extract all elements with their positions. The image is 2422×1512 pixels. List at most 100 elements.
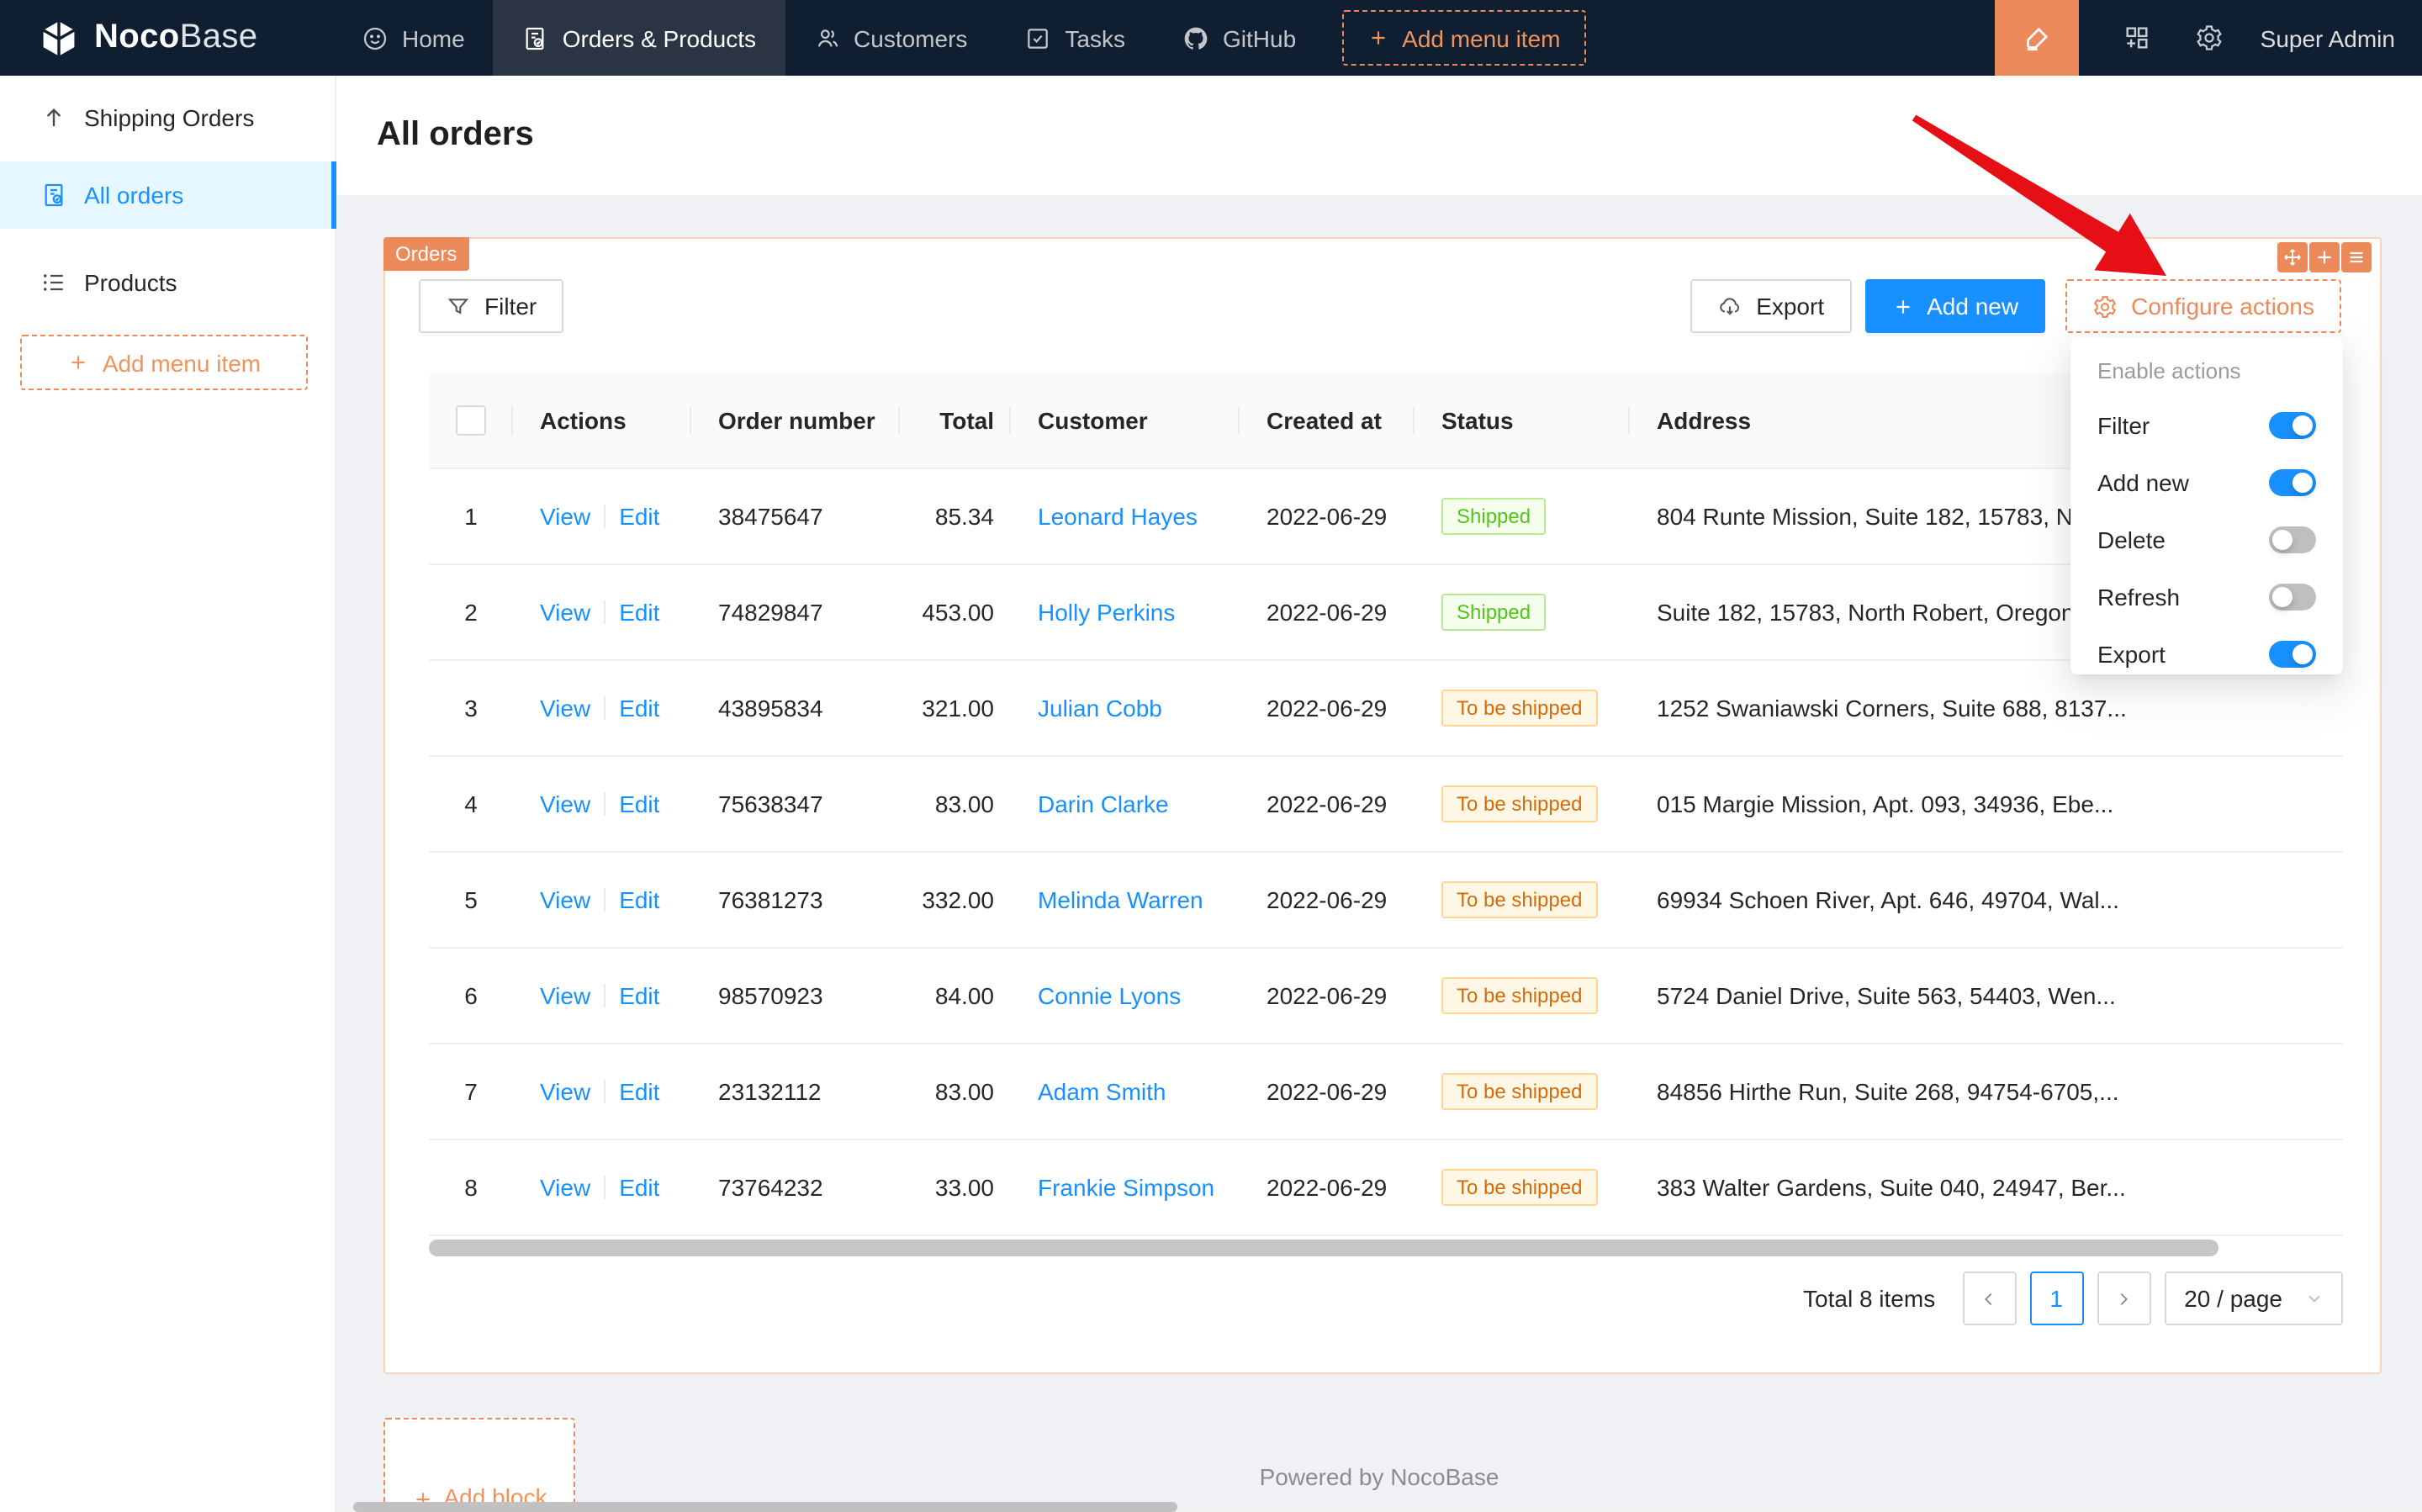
page-horizontal-scrollbar [0,1502,2422,1512]
customer-link[interactable]: Leonard Hayes [1038,503,1198,530]
status-badge: To be shipped [1441,1169,1597,1206]
customer-link[interactable]: Adam Smith [1038,1078,1166,1105]
edit-link[interactable]: Edit [619,886,659,913]
row-index: 2 [429,599,513,626]
plugin-blocks-icon[interactable] [2123,24,2151,52]
filter-funnel-icon [446,293,471,319]
row-actions: View Edit [513,1078,691,1105]
address-cell: 015 Margie Mission, Apt. 093, 34936, Ebe… [1630,790,2343,817]
status-cell: To be shipped [1415,785,1630,822]
row-index: 4 [429,790,513,817]
nav-label: Customers [854,24,967,51]
github-icon [1182,24,1209,51]
view-link[interactable]: View [540,503,590,530]
edit-link[interactable]: Edit [619,1078,659,1105]
page-number-button[interactable]: 1 [2029,1271,2083,1325]
total-cell: 84.00 [900,982,1011,1009]
page-size-select[interactable]: 20 / page [2164,1271,2343,1325]
action-divider [604,600,606,624]
customer-link[interactable]: Darin Clarke [1038,790,1169,817]
toggle-switch[interactable] [2269,412,2316,439]
select-all-checkbox[interactable] [456,405,486,436]
table-scrollbar-thumb[interactable] [429,1240,2218,1256]
highlighter-icon [2022,23,2052,53]
nav-item-github[interactable]: GitHub [1154,0,1325,76]
toggle-knob [2272,530,2292,550]
user-menu[interactable]: Super Admin [2261,24,2395,51]
add-block-icon[interactable] [2309,242,2340,272]
sidebar-item-shipping-orders[interactable]: Shipping Orders [0,84,335,151]
nav-label: Tasks [1065,24,1125,51]
status-cell: To be shipped [1415,1073,1630,1110]
customer-link[interactable]: Julian Cobb [1038,695,1162,722]
add-new-button[interactable]: Add new [1864,279,2045,333]
enable-action-item[interactable]: Delete [2070,511,2343,568]
customer-cell: Connie Lyons [1011,982,1240,1009]
page-scrollbar-thumb[interactable] [353,1502,1177,1512]
view-link[interactable]: View [540,886,590,913]
action-divider [604,696,606,720]
toggle-switch[interactable] [2269,526,2316,553]
column-header-status: Status [1415,407,1630,434]
block-designer-icons [2277,242,2372,272]
people-icon [813,24,840,51]
nav-item-home[interactable]: Home [333,0,494,76]
column-header-actions: Actions [513,407,691,434]
action-divider [604,984,606,1007]
sidebar-item-products[interactable]: Products [0,249,335,316]
drag-move-icon[interactable] [2277,242,2308,272]
chevron-down-icon [2306,1290,2323,1307]
header-add-menu-item-button[interactable]: Add menu item [1341,10,1585,66]
enable-action-item[interactable]: Filter [2070,397,2343,454]
filter-button[interactable]: Filter [419,279,563,333]
ui-editor-button[interactable] [1995,0,2079,76]
enable-actions-list: Filter Add new Delete Refresh Export [2070,397,2343,683]
customer-cell: Leonard Hayes [1011,503,1240,530]
order-number-cell: 74829847 [691,599,900,626]
previous-page-button[interactable] [1962,1271,2016,1325]
order-number-cell: 98570923 [691,982,900,1009]
toggle-switch[interactable] [2269,469,2316,496]
view-link[interactable]: View [540,695,590,722]
enable-action-item[interactable]: Add new [2070,454,2343,511]
created-at-cell: 2022-06-29 [1240,1174,1415,1201]
row-index: 1 [429,503,513,530]
order-number-cell: 38475647 [691,503,900,530]
edit-link[interactable]: Edit [619,599,659,626]
export-button[interactable]: Export [1690,279,1851,333]
edit-link[interactable]: Edit [619,982,659,1009]
edit-link[interactable]: Edit [619,1174,659,1201]
view-link[interactable]: View [540,1174,590,1201]
table-row: 8 ViewEdit 73764232 33.00 Frankie Simpso… [429,1140,2343,1236]
view-link[interactable]: View [540,982,590,1009]
nav-item-customers[interactable]: Customers [785,0,996,76]
edit-link[interactable]: Edit [619,503,659,530]
block-menu-icon[interactable] [2341,242,2372,272]
view-link[interactable]: View [540,599,590,626]
sidebar-add-menu-item-button[interactable]: Add menu item [20,335,308,390]
customer-link[interactable]: Holly Perkins [1038,599,1175,626]
nav-item-orders-products[interactable]: Orders & Products [494,0,785,76]
configure-actions-button[interactable]: Configure actions [2065,279,2341,333]
sidebar-item-all-orders[interactable]: All orders [0,161,335,229]
toggle-switch[interactable] [2269,641,2316,668]
view-link[interactable]: View [540,790,590,817]
column-header-total: Total [900,407,1011,434]
settings-gear-icon[interactable] [2195,24,2224,52]
status-badge: To be shipped [1441,785,1597,822]
customer-link[interactable]: Melinda Warren [1038,886,1203,913]
customer-cell: Darin Clarke [1011,790,1240,817]
configure-actions-label: Configure actions [2131,293,2314,320]
view-link[interactable]: View [540,1078,590,1105]
address-cell: 5724 Daniel Drive, Suite 563, 54403, Wen… [1630,982,2343,1009]
enable-action-item[interactable]: Export [2070,626,2343,683]
customer-link[interactable]: Connie Lyons [1038,982,1181,1009]
nav-item-tasks[interactable]: Tasks [996,0,1154,76]
edit-link[interactable]: Edit [619,790,659,817]
status-cell: To be shipped [1415,690,1630,727]
edit-link[interactable]: Edit [619,695,659,722]
next-page-button[interactable] [2097,1271,2150,1325]
toggle-switch[interactable] [2269,584,2316,611]
enable-action-item[interactable]: Refresh [2070,568,2343,626]
customer-link[interactable]: Frankie Simpson [1038,1174,1214,1201]
